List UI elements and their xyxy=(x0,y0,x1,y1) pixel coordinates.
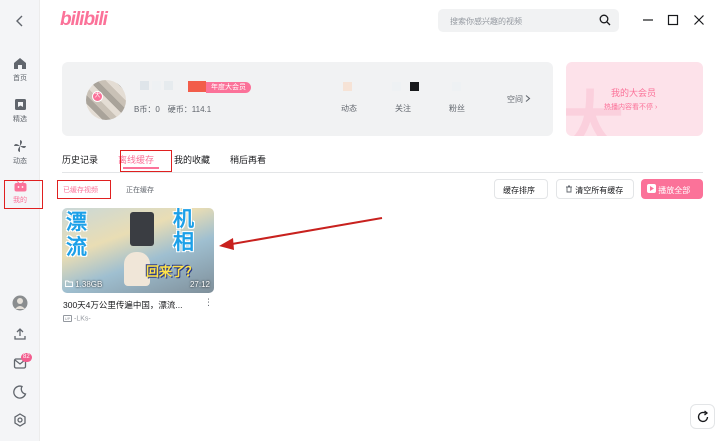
bilibili-logo[interactable]: bilibili xyxy=(60,9,108,31)
annotation-box-subtab xyxy=(57,180,111,199)
home-icon xyxy=(14,58,26,69)
coin-info: B币：0 硬币：114.1 xyxy=(134,104,219,115)
dark-mode-toggle[interactable] xyxy=(0,385,40,404)
stat-value-redacted xyxy=(452,82,461,91)
message-count-badge: 82 xyxy=(21,353,32,362)
avatar[interactable] xyxy=(86,80,126,120)
maximize-icon[interactable] xyxy=(666,13,680,27)
sidebar-item-label: 精选 xyxy=(13,116,27,123)
tab-history[interactable]: 历史记录 xyxy=(62,152,98,166)
annotation-box-mine xyxy=(4,180,43,209)
sidebar: 首页 精选 动态 我的 82 xyxy=(0,0,40,441)
sidebar-item-label: 动态 xyxy=(13,158,27,165)
cache-sort-button[interactable]: 缓存排序 xyxy=(494,179,548,199)
upload-icon xyxy=(14,328,26,340)
folder-icon xyxy=(65,280,73,287)
video-duration: 27:12 xyxy=(189,280,210,289)
chevron-right-icon xyxy=(525,95,531,102)
gear-icon xyxy=(14,413,26,427)
tab-favorites[interactable]: 我的收藏 xyxy=(174,152,210,166)
thumb-text: 漂 xyxy=(66,211,87,234)
clear-cache-button[interactable]: 清空所有缓存 xyxy=(556,179,634,199)
play-icon xyxy=(647,184,656,193)
sidebar-item-featured[interactable]: 精选 xyxy=(0,98,40,124)
sidebar-item-dynamic[interactable]: 动态 xyxy=(0,139,40,166)
vip-flag xyxy=(188,81,206,92)
moon-icon xyxy=(13,385,27,399)
vip-card[interactable]: 大 我的大会员 热播内容看不停 › xyxy=(566,62,703,136)
video-thumbnail[interactable]: 漂 流 机 相 回来了？ 1.38GB 27:12 xyxy=(62,208,214,293)
stat-value-redacted xyxy=(410,82,419,91)
profile-card: 大 年度大会员 B币：0 硬币：114.1 动态 关注 粉丝 空间 xyxy=(62,62,553,136)
stat-value-redacted xyxy=(392,82,401,91)
b-coin: B币：0 xyxy=(134,105,160,114)
divider xyxy=(62,172,703,173)
stat-dynamics[interactable]: 动态 xyxy=(329,103,369,114)
search-icon[interactable] xyxy=(599,14,611,26)
tab-watch-later[interactable]: 稍后再看 xyxy=(230,152,266,166)
subtab-caching[interactable]: 正在缓存 xyxy=(126,185,154,195)
vip-tag: 年度大会员 xyxy=(206,82,251,93)
tab-bar: 历史记录 离线缓存 我的收藏 稍后再看 xyxy=(62,152,286,166)
refresh-icon xyxy=(697,410,709,423)
refresh-button[interactable] xyxy=(690,404,715,429)
play-all-label: 播放全部 xyxy=(658,186,691,195)
sidebar-item-label: 首页 xyxy=(13,75,27,82)
space-link[interactable]: 空间 xyxy=(507,94,531,105)
stat-fans[interactable]: 粉丝 xyxy=(437,103,477,114)
play-all-button[interactable]: 播放全部 xyxy=(641,179,703,199)
vip-badge: 大 xyxy=(92,91,103,102)
search-input[interactable]: 搜索你感兴趣的视频 xyxy=(438,9,619,32)
stat-following[interactable]: 关注 xyxy=(383,103,423,114)
stat-value-redacted xyxy=(343,82,352,91)
coin: 硬币：114.1 xyxy=(167,105,212,114)
back-icon[interactable] xyxy=(13,14,27,28)
search-placeholder: 搜索你感兴趣的视频 xyxy=(450,17,522,26)
featured-icon xyxy=(14,99,26,110)
thumb-text: 回来了？ xyxy=(146,264,199,279)
upload-button[interactable] xyxy=(0,327,40,346)
pinwheel-icon xyxy=(14,140,26,152)
clear-cache-label: 清空所有缓存 xyxy=(575,186,624,195)
sidebar-item-home[interactable]: 首页 xyxy=(0,57,40,83)
video-size: 1.38GB xyxy=(65,280,102,289)
annotation-box-tab xyxy=(120,150,172,172)
minimize-icon[interactable] xyxy=(641,13,655,27)
thumb-text: 相 xyxy=(173,231,194,254)
thumb-text: 流 xyxy=(66,236,87,259)
vip-card-title: 我的大会员 xyxy=(611,88,657,98)
more-options-icon[interactable]: ⋮ xyxy=(204,297,213,308)
space-link-label: 空间 xyxy=(507,95,523,104)
uploader-name: -LKs- xyxy=(74,315,91,323)
trash-icon xyxy=(566,185,572,193)
username-redacted xyxy=(140,81,173,90)
video-uploader[interactable]: UP -LKs- xyxy=(63,315,91,322)
vip-card-subtitle: 热播内容看不停 › xyxy=(604,104,658,111)
message-button[interactable]: 82 xyxy=(0,353,40,375)
camera-figure xyxy=(130,212,154,246)
avatar-icon xyxy=(12,295,28,311)
settings-button[interactable] xyxy=(0,413,40,432)
user-avatar[interactable] xyxy=(0,295,40,316)
video-title[interactable]: 300天4万公里传遍中国，漂流... xyxy=(63,299,203,311)
close-icon[interactable] xyxy=(692,13,706,27)
thumb-text: 机 xyxy=(173,208,194,231)
video-size-value: 1.38GB xyxy=(75,280,103,289)
up-icon: UP xyxy=(63,315,72,322)
